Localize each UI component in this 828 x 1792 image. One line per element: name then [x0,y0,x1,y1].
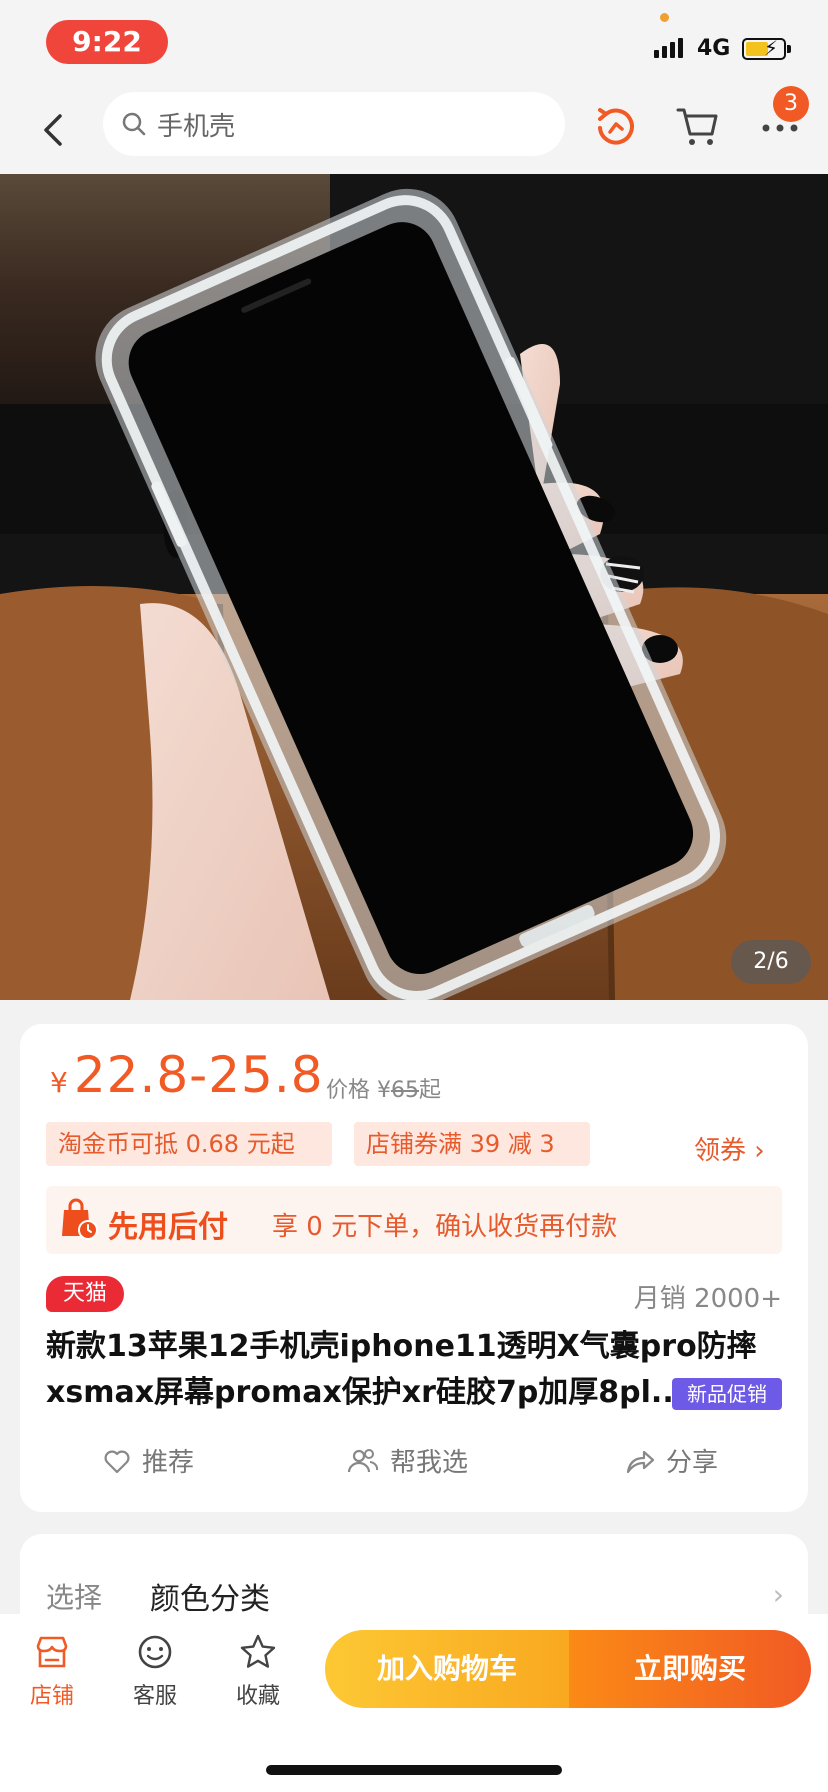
original-price-value: 65 [391,1078,419,1103]
add-to-cart-button[interactable]: 加入购物车 [325,1630,569,1708]
claim-coupon-link[interactable]: 领券 › [694,1130,765,1167]
back-arrow-icon [44,114,62,146]
image-counter: 2/6 [731,940,811,984]
cart-icon [676,108,718,145]
pay-later-desc: 享 0 元下单，确认收货再付款 [272,1212,618,1242]
recommend-button[interactable]: 推荐 [102,1442,194,1479]
share-spin-button[interactable] [592,102,640,150]
share-arrow-icon [626,1450,655,1473]
help-choose-button[interactable]: 帮我选 [346,1442,468,1479]
action-row: 推荐 帮我选 分享 [20,1434,808,1494]
battery-icon: ⚡ [742,36,791,60]
price-range: 22.8-25.8 [73,1046,324,1104]
search-text: 手机壳 [157,111,236,142]
heart-icon [104,1450,130,1473]
service-label: 客服 [132,1684,177,1709]
home-indicator [266,1765,562,1775]
store-icon [36,1636,68,1668]
product-image[interactable] [0,174,828,1000]
product-title-line1: 新款13苹果12手机壳iphone11透明X气囊pro防摔 [46,1329,757,1364]
select-value: 颜色分类 [150,1582,270,1617]
search-icon [122,112,146,136]
coin-discount-tag[interactable]: 淘金币可抵 0.68 元起 [46,1122,332,1166]
currency-symbol: ¥ [50,1066,68,1099]
recommend-label: 推荐 [142,1448,195,1478]
share-spin-icon [598,108,634,145]
favorite-label: 收藏 [235,1684,280,1709]
message-count-badge: 3 [773,86,809,122]
tmall-badge: 天猫 [46,1276,124,1312]
select-label: 选择 [46,1581,103,1614]
product-photo [0,174,828,1000]
favorite-tab[interactable]: 收藏 [223,1632,293,1710]
price-row: ¥ 22.8-25.8 [50,1046,324,1104]
nav-bar: 手机壳 [0,90,828,174]
store-tab[interactable]: 店铺 [17,1632,87,1710]
store-coupon-tag[interactable]: 店铺券满 39 减 3 [354,1122,590,1166]
service-tab[interactable]: 客服 [120,1632,190,1710]
shopping-bag-icon [62,1198,98,1240]
back-button[interactable] [34,108,74,152]
pay-later-title: 先用后付 [108,1210,228,1245]
original-price: 价格 ¥65起 [326,1072,441,1104]
help-choose-label: 帮我选 [390,1448,469,1478]
monthly-sales: 月销 2000+ [633,1284,782,1314]
share-label: 分享 [666,1448,719,1478]
service-face-icon [138,1635,172,1669]
privacy-dot [660,13,669,22]
share-button[interactable]: 分享 [624,1442,718,1479]
buy-now-button[interactable]: 立即购买 [569,1630,811,1708]
cart-button[interactable] [674,102,722,150]
status-bar: 9:22 4G ⚡ [0,0,828,90]
original-price-label: 价格 ¥ [326,1078,391,1103]
store-label: 店铺 [29,1684,74,1709]
search-input[interactable]: 手机壳 [103,92,565,156]
product-info-card: ¥ 22.8-25.8 价格 ¥65起 淘金币可抵 0.68 元起 店铺券满 3… [20,1024,808,1512]
status-time: 9:22 [46,20,168,64]
network-label: 4G [697,36,731,61]
star-icon [240,1634,276,1668]
chevron-right-icon: › [772,1578,784,1611]
pay-later-banner[interactable]: 先用后付 享 0 元下单，确认收货再付款 [46,1186,782,1254]
people-icon [347,1448,379,1472]
new-promo-badge: 新品促销 [672,1378,782,1410]
original-price-suffix: 起 [419,1078,442,1103]
signal-icon [654,38,683,58]
